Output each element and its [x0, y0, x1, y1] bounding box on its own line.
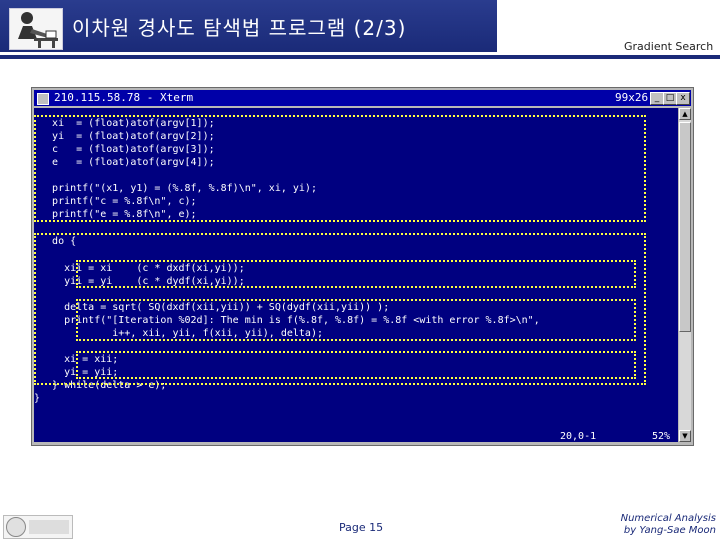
scroll-percent: 52% — [652, 431, 671, 442]
xterm-title: 210.115.58.78 - Xterm — [54, 91, 194, 104]
professor-logo-icon — [9, 8, 63, 50]
title-bar: 이차원 경사도 탐색법 프로그램 (2/3) — [0, 0, 497, 52]
scroll-thumb[interactable] — [679, 122, 691, 332]
page-number: Page 15 — [339, 521, 384, 534]
minimize-button[interactable]: _ — [650, 92, 664, 105]
xterm-titlebar[interactable]: 210.115.58.78 - Xterm 99x26 _ □ x — [34, 90, 691, 106]
maximize-button[interactable]: □ — [663, 92, 677, 105]
code-line: } — [34, 393, 41, 404]
university-seal-icon — [3, 515, 73, 539]
highlight-init-block — [34, 115, 646, 222]
university-wordmark — [29, 520, 69, 534]
credit-author: by Yang-Sae Moon — [623, 525, 716, 536]
system-menu-icon[interactable] — [37, 93, 49, 105]
seal-emblem-icon — [6, 517, 26, 537]
credit-course: Numerical Analysis — [620, 513, 716, 524]
slide-title: 이차원 경사도 탐색법 프로그램 (2/3) — [72, 16, 407, 40]
scroll-up-arrow-icon[interactable]: ▲ — [679, 108, 691, 120]
highlight-assign-block — [76, 351, 636, 379]
terminal-size: 99x26 — [615, 91, 649, 104]
xterm-window[interactable]: 210.115.58.78 - Xterm 99x26 _ □ x xi = (… — [31, 87, 694, 446]
status-line: 20,0-1 52% — [34, 430, 678, 442]
highlight-update-block — [76, 260, 636, 288]
terminal-content[interactable]: xi = (float)atof(argv[1]); yi = (float)a… — [34, 108, 678, 442]
title-rule — [0, 55, 720, 59]
slide-subtitle: Gradient Search — [624, 40, 714, 53]
close-button[interactable]: x — [676, 92, 690, 105]
credit: Numerical Analysis by Yang-Sae Moon — [621, 513, 716, 537]
cursor-position: 20,0-1 — [560, 431, 597, 442]
scroll-down-arrow-icon[interactable]: ▼ — [679, 430, 691, 442]
vertical-scrollbar[interactable]: ▲ ▼ — [679, 108, 691, 442]
highlight-delta-block — [76, 299, 636, 341]
